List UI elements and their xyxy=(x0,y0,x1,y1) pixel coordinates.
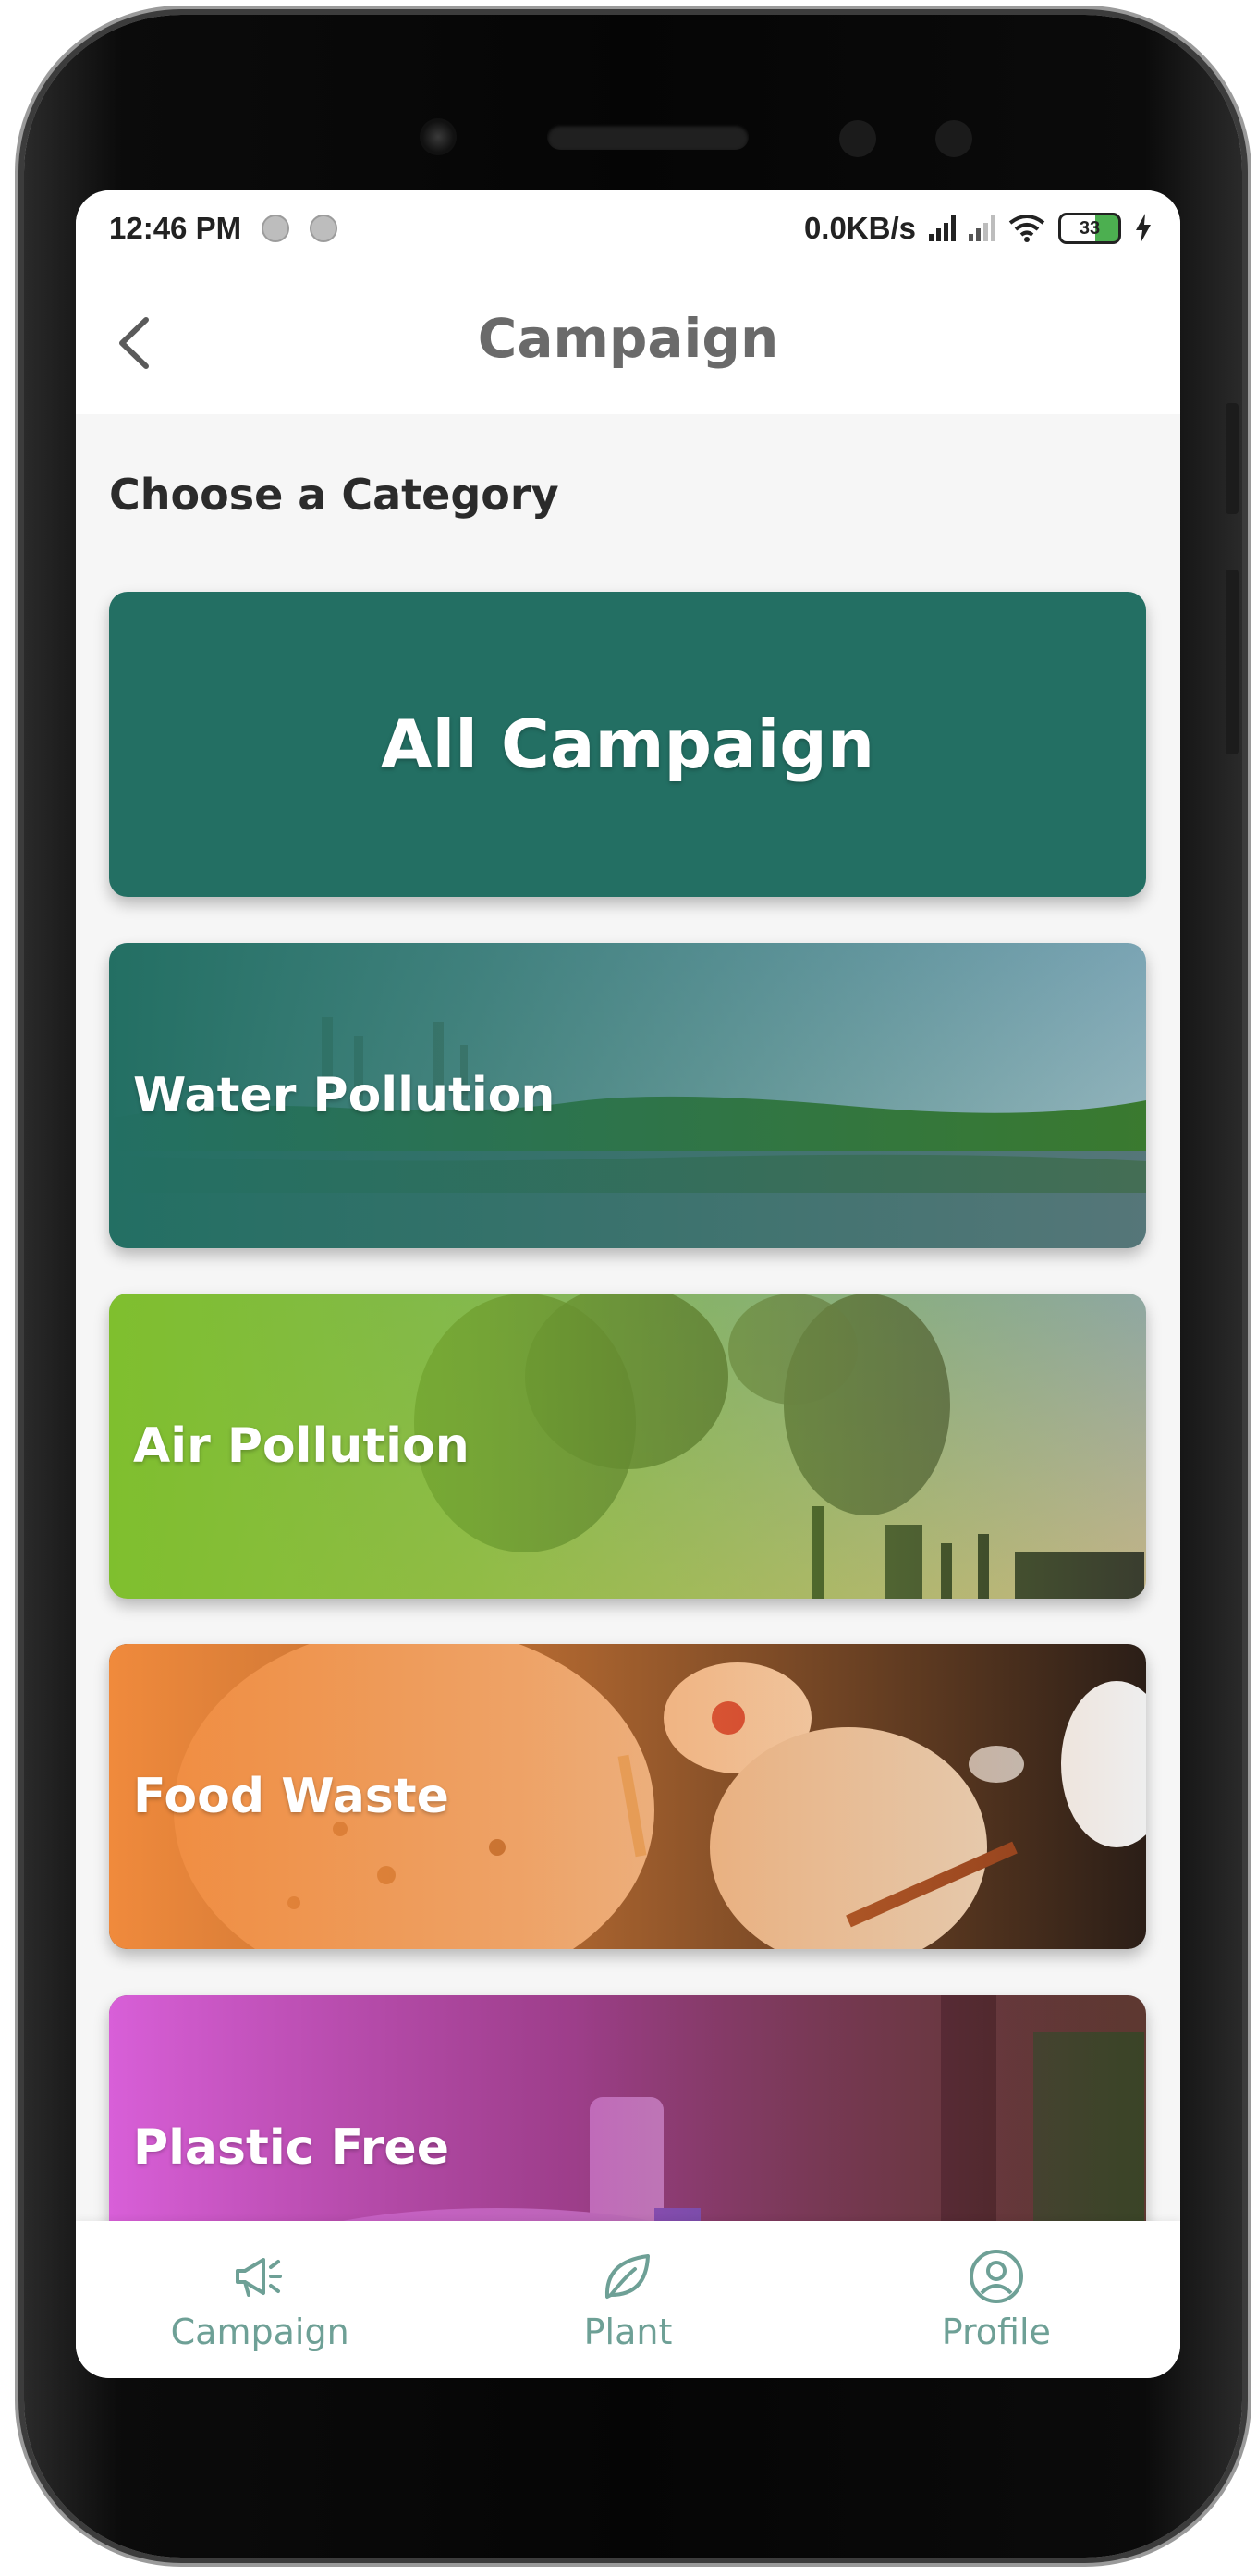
category-label: Plastic Free xyxy=(133,2120,449,2176)
network-speed: 0.0KB/s xyxy=(803,211,916,245)
category-label: All Campaign xyxy=(380,705,875,783)
nav-plant[interactable]: Plant xyxy=(489,2247,766,2352)
light-sensor xyxy=(935,120,972,157)
volume-button xyxy=(1226,403,1239,514)
leaf-icon xyxy=(605,2254,651,2299)
category-label: Air Pollution xyxy=(133,1418,470,1474)
app-bar: Campaign xyxy=(76,266,1180,414)
user-circle-icon xyxy=(969,2250,1023,2303)
proximity-sensor xyxy=(839,120,876,157)
earpiece-speaker xyxy=(547,124,749,150)
signal-weak-icon xyxy=(969,215,995,241)
nav-label: Campaign xyxy=(170,2312,349,2352)
wifi-icon xyxy=(1008,215,1045,242)
status-time: 12:46 PM xyxy=(109,211,242,245)
category-water-pollution[interactable]: Water Pollution xyxy=(109,943,1146,1248)
bottom-navigation: Campaign Plant Profile xyxy=(76,2221,1180,2378)
battery-level: 33 xyxy=(1079,217,1101,239)
nav-campaign[interactable]: Campaign xyxy=(121,2247,398,2352)
category-label: Water Pollution xyxy=(133,1068,555,1123)
signal-icon xyxy=(929,215,956,241)
category-air-pollution[interactable]: Air Pollution xyxy=(109,1294,1146,1599)
front-camera xyxy=(420,118,457,155)
nav-label: Profile xyxy=(941,2312,1051,2352)
battery-icon: 33 xyxy=(1058,213,1121,244)
megaphone-icon xyxy=(236,2258,283,2297)
charging-icon xyxy=(1136,214,1151,243)
nav-label: Plant xyxy=(583,2312,673,2352)
category-all-campaign[interactable]: All Campaign xyxy=(109,592,1146,897)
notification-dot-icon xyxy=(310,215,338,242)
category-food-waste[interactable]: Food Waste xyxy=(109,1644,1146,1949)
notification-dot-icon xyxy=(262,215,290,242)
page-title: Campaign xyxy=(477,307,779,370)
status-bar: 12:46 PM 0.0KB/s 33 xyxy=(76,190,1180,266)
power-button xyxy=(1226,570,1239,754)
category-label: Food Waste xyxy=(133,1769,449,1824)
section-title: Choose a Category xyxy=(109,470,559,520)
app-screen: 12:46 PM 0.0KB/s 33 Campaign Choose a Ca… xyxy=(76,190,1180,2378)
nav-profile[interactable]: Profile xyxy=(858,2247,1135,2352)
status-icons: 0.0KB/s 33 xyxy=(804,211,1153,246)
